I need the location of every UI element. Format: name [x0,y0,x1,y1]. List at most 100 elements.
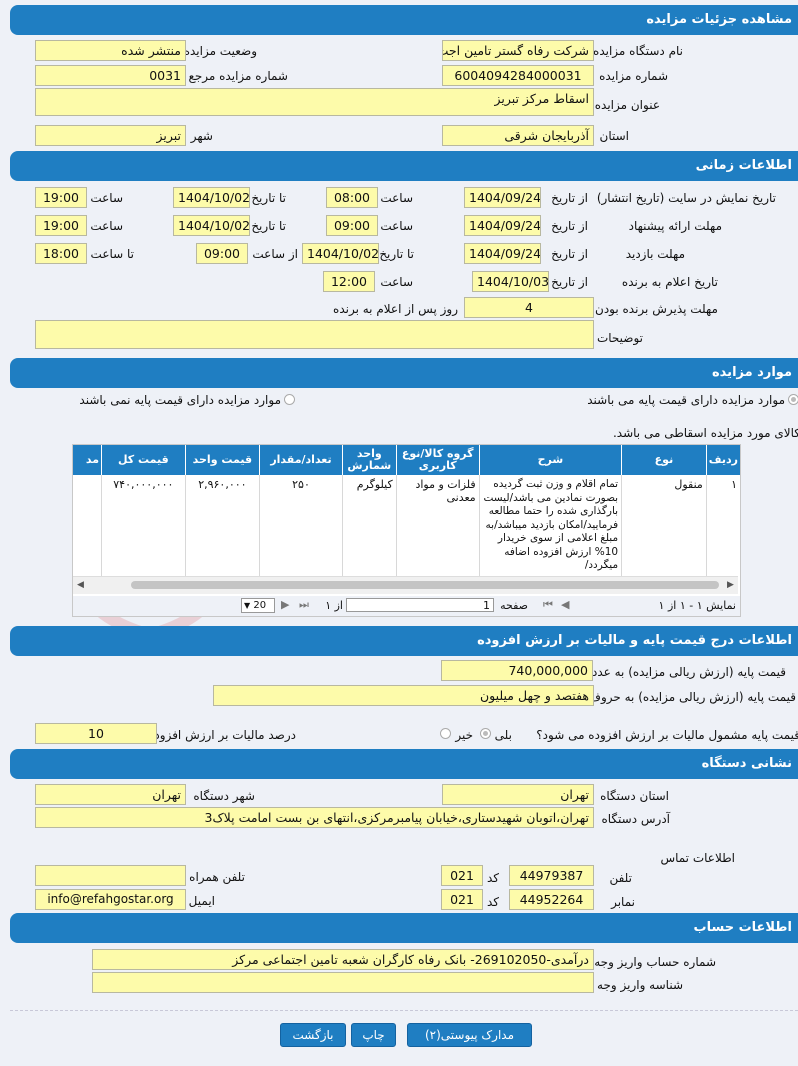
vat-percent-field[interactable]: 10 [35,723,157,744]
no-base-price-label: موارد مزایده دارای قیمت پایه نمی باشند [79,393,281,407]
visit-to-time[interactable]: 18:00 [35,243,87,264]
print-button[interactable]: چاپ [351,1023,396,1047]
has-base-price-radio[interactable] [788,394,798,405]
payment-id-label: شناسه واریز وجه [597,978,683,992]
offer-to-hour-label: ساعت [90,219,123,233]
visit-to-date[interactable]: 1404/10/02 [302,243,379,264]
no-base-price-radio[interactable] [284,394,295,405]
notes-field[interactable] [35,320,594,349]
scroll-left-arrow-icon[interactable]: ◀ [77,580,84,590]
table-row[interactable]: ۱ منقول تمام اقلام و وزن ثبت گردیده بصور… [73,475,740,576]
account-label: شماره حساب واریز وجه [594,955,716,969]
col-qty[interactable]: تعداد/مقدار [259,445,343,475]
fax-field[interactable]: 44952264 [509,889,594,910]
items-table: ردیف نوع شرح گروه کالا/نوع کاربری واحد ش… [73,445,740,576]
offer-from-date[interactable]: 1404/09/24 [464,215,541,236]
attachments-button[interactable]: مدارک پیوستی(۲) [407,1023,532,1047]
visit-from-time[interactable]: 09:00 [196,243,248,264]
col-group[interactable]: گروه کالا/نوع کاربری [395,445,480,475]
addr-city-label: شهر دستگاه [193,789,255,803]
status-field[interactable]: منتشر شده [35,40,186,61]
payment-id-field[interactable] [92,972,594,993]
vat-yes-label: بلی [494,728,512,742]
announce-date[interactable]: 1404/10/03 [472,271,549,292]
accept-days-field[interactable]: 4 [464,297,594,318]
org-field[interactable]: شرکت رفاه گستر تامین اجت [442,40,594,61]
status-label: وضعیت مزایده [183,44,257,58]
page-input[interactable]: 1 [346,598,494,612]
prev-page-icon[interactable]: ◀ [561,598,569,611]
number-label: شماره مزایده [599,69,668,83]
vat-yes-radio[interactable] [480,728,491,739]
account-field[interactable]: درآمدی-269102050- بانک رفاه کارگران شعبه… [92,949,594,970]
scrollbar-thumb[interactable] [131,581,719,589]
page-size-select[interactable]: ▼ 20 [241,598,275,613]
cell-unit-price: ۲,۹۶۰,۰۰۰ [184,475,260,576]
notes-label: توضیحات [596,331,643,345]
section-header-account: اطلاعات حساب [10,913,798,943]
visit-to-date-label: تا تاریخ [379,247,414,261]
addr-province-field[interactable]: تهران [442,784,594,805]
ref-field[interactable]: 0031 [35,65,186,86]
province-label: استان [599,129,629,143]
display-to-date[interactable]: 1404/10/02 [173,187,250,208]
contact-title: اطلاعات تماس [660,851,735,865]
addr-city-field[interactable]: تهران [35,784,186,805]
addr-province-label: استان دستگاه [600,789,669,803]
number-field[interactable]: 6004094284000031 [442,65,594,86]
mobile-field[interactable] [35,865,186,886]
display-from-date[interactable]: 1404/09/24 [464,187,541,208]
city-field[interactable]: تبریز [35,125,186,146]
offer-to-date[interactable]: 1404/10/02 [173,215,250,236]
col-desc[interactable]: شرح [478,445,622,475]
pager-of-label: از ۱ [325,599,343,612]
announce-time[interactable]: 12:00 [323,271,375,292]
col-docs[interactable]: مد [73,445,102,475]
addr-label: آدرس دستگاه [601,812,670,826]
accept-label: مهلت پذیرش برنده بودن [595,302,718,316]
vat-no-radio[interactable] [440,728,451,739]
col-unit-price[interactable]: قیمت واحد [184,445,260,475]
province-field[interactable]: آذربایجان شرقی [442,125,594,146]
announce-label: تاریخ اعلام به برنده [621,275,718,289]
cell-type: منقول [621,475,707,576]
page-size-chevron-icon: ▼ [244,601,251,610]
visit-from-date[interactable]: 1404/09/24 [464,243,541,264]
phone-code-field[interactable]: 021 [441,865,483,886]
back-button[interactable]: بازگشت [280,1023,346,1047]
col-unit[interactable]: واحد شمارش [341,445,397,475]
title-field[interactable]: اسقاط مرکز تبریز [35,88,594,116]
next-page-icon[interactable]: ▶ [281,598,289,611]
cell-index: ۱ [705,475,740,576]
col-index[interactable]: ردیف [705,445,740,475]
base-words-field[interactable]: هفتصد و چهل میلیون [213,685,594,706]
email-field[interactable]: info@refahgostar.org [35,889,186,910]
base-numeric-field[interactable]: 740,000,000 [441,660,593,681]
offer-from-hour-label: ساعت [380,219,413,233]
fax-label: نمابر [611,895,635,909]
offer-from-time[interactable]: 09:00 [326,215,378,236]
last-page-icon[interactable]: ⏭ [299,598,309,612]
col-total[interactable]: قیمت کل [101,445,186,475]
phone-code-label: کد [486,871,499,885]
fax-code-field[interactable]: 021 [441,889,483,910]
addr-field[interactable]: تهران،اتوبان شهیدستاری،خیابان پیامبرمرکز… [35,807,594,828]
email-label: ایمیل [188,894,215,908]
section-header-base-price: اطلاعات درج قیمت پایه و مالیات بر ارزش ا… [10,626,798,656]
phone-label: تلفن [609,871,632,885]
visit-from-hour-label: از ساعت [252,247,298,261]
section-header-timing: اطلاعات زمانی [10,151,798,181]
col-type[interactable]: نوع [621,445,707,475]
cell-total: ۷۴۰,۰۰۰,۰۰۰ [101,475,186,576]
scrap-note: کالای مورد مزایده اسقاطی می باشد. [612,426,798,440]
first-page-icon[interactable]: ⏮ [543,598,553,612]
scroll-right-arrow-icon[interactable]: ▶ [727,580,734,590]
phone-field[interactable]: 44979387 [509,865,594,886]
base-numeric-label: قیمت پایه (ارزش ریالی مزایده) به عدد [591,665,786,679]
display-to-time[interactable]: 19:00 [35,187,87,208]
offer-to-time[interactable]: 19:00 [35,215,87,236]
display-from-time[interactable]: 08:00 [326,187,378,208]
grid-scrollbar[interactable]: ◀ ▶ [73,576,738,594]
offer-label: مهلت ارائه پیشنهاد [628,219,722,233]
vat-no-label: خیر [455,728,473,742]
